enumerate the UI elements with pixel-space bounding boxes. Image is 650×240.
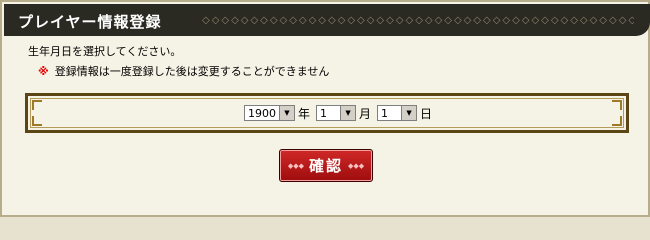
month-select[interactable]: 1 ▼ [316,105,357,121]
dropdown-arrow-icon[interactable]: ▼ [279,106,294,120]
button-ornament-left-icon: ◆◆◆ [287,161,304,170]
day-select-value: 1 [381,106,389,120]
title-bar: プレイヤー情報登録 ◇◇◇◇◇◇◇◇◇◇◇◇◇◇◇◇◇◇◇◇◇◇◇◇◇◇◇◇◇◇… [4,4,650,36]
year-select[interactable]: 1900 ▼ [244,105,295,121]
dropdown-arrow-icon[interactable]: ▼ [340,106,356,120]
birthdate-selectors: 1900 ▼ 年 1 ▼ 月 1 ▼ 日 [244,104,436,122]
title-ornament: ◇◇◇◇◇◇◇◇◇◇◇◇◇◇◇◇◇◇◇◇◇◇◇◇◇◇◇◇◇◇◇◇◇◇◇◇◇◇◇◇… [202,15,634,25]
day-unit-label: 日 [420,106,433,121]
warning-mark-icon: ※ [38,65,49,78]
confirm-button[interactable]: ◆◆◆ 確認 ◆◆◆ [279,149,373,182]
instruction-text: 生年月日を選択してください。 [28,45,182,58]
corner-ornament-icon [612,100,622,110]
year-unit-label: 年 [298,106,311,121]
warning-text: 登録情報は一度登録した後は変更することができません [54,65,330,78]
corner-ornament-icon [612,116,622,126]
day-select[interactable]: 1 ▼ [377,105,418,121]
dropdown-arrow-icon[interactable]: ▼ [401,106,417,120]
year-select-value: 1900 [248,106,276,120]
month-unit-label: 月 [359,106,372,121]
warning-note: ※ 登録情報は一度登録した後は変更することができません [38,63,329,79]
registration-panel: プレイヤー情報登録 ◇◇◇◇◇◇◇◇◇◇◇◇◇◇◇◇◇◇◇◇◇◇◇◇◇◇◇◇◇◇… [0,0,650,217]
confirm-button-label: 確認 [308,157,343,175]
month-select-value: 1 [320,106,328,120]
birthdate-frame: 1900 ▼ 年 1 ▼ 月 1 ▼ 日 [25,93,629,133]
corner-ornament-icon [32,100,42,110]
page-title: プレイヤー情報登録 [18,13,162,31]
corner-ornament-icon [32,116,42,126]
button-ornament-right-icon: ◆◆◆ [348,161,365,170]
